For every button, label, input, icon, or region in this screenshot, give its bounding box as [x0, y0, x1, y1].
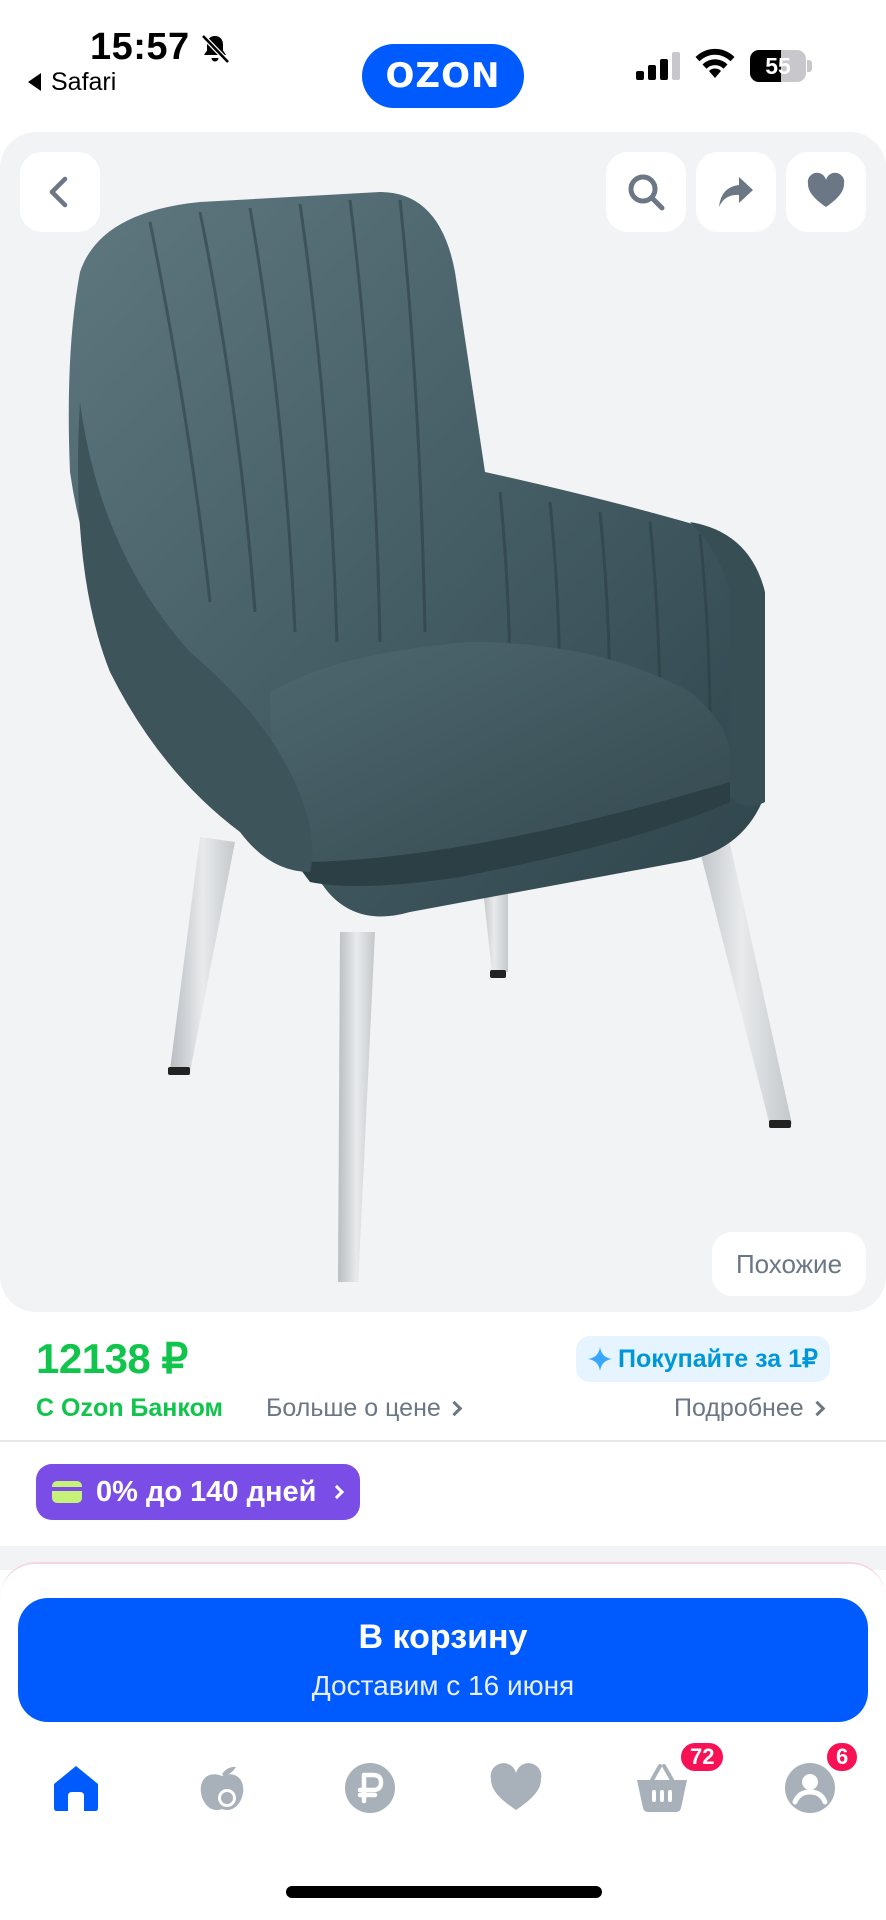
share-button[interactable] — [696, 152, 776, 232]
status-bar: 15:57 Safari OZON 55 — [0, 0, 886, 120]
home-icon — [54, 1766, 98, 1811]
details-label: Подробнее — [674, 1394, 804, 1422]
chevron-left-icon — [49, 176, 68, 208]
divider — [0, 1440, 886, 1442]
ozon-bank-label: С Ozon Банком — [36, 1394, 224, 1422]
home-indicator — [286, 1886, 602, 1898]
chevron-right-icon — [446, 1400, 463, 1417]
tab-favorites[interactable] — [488, 1760, 544, 1816]
installment-label: 0% до 140 дней — [96, 1475, 317, 1508]
sparkle-icon — [588, 1347, 612, 1371]
status-time: 15:57 — [90, 26, 190, 68]
favorite-button[interactable] — [786, 152, 866, 232]
bottom-tab-bar: 72 6 — [0, 1740, 886, 1840]
wifi-icon — [695, 48, 735, 78]
chevron-right-icon — [809, 1400, 825, 1417]
battery-indicator: 55 — [750, 50, 812, 82]
fresh-icon — [200, 1766, 244, 1811]
similar-button[interactable]: Похожие — [712, 1232, 866, 1296]
installment-button[interactable]: 0% до 140 дней — [36, 1464, 361, 1520]
more-about-price-link[interactable]: Больше о цене — [266, 1394, 463, 1423]
credit-card-icon — [52, 1481, 82, 1503]
back-app-label: Safari — [51, 68, 117, 96]
back-to-safari[interactable]: Safari — [28, 68, 116, 97]
ozon-logo[interactable]: OZON — [362, 44, 524, 108]
product-gallery[interactable]: Похожие — [0, 132, 886, 1312]
cart-badge: 72 — [678, 1740, 727, 1774]
chevron-right-icon — [330, 1484, 345, 1500]
add-to-cart-button[interactable]: В корзину Доставим с 16 июня — [18, 1598, 868, 1722]
buy-for-1-rub-label: Покупайте за 1₽ — [618, 1345, 818, 1373]
search-button[interactable] — [606, 152, 686, 232]
more-about-price-label: Больше о цене — [266, 1394, 441, 1422]
tab-finance[interactable] — [342, 1760, 398, 1816]
price-value: 12138 ₽ — [36, 1335, 188, 1382]
bell-muted-icon — [201, 34, 230, 64]
search-icon — [628, 174, 665, 211]
back-button[interactable] — [20, 152, 100, 232]
tab-home[interactable] — [48, 1760, 104, 1816]
add-to-cart-label: В корзину — [358, 1618, 528, 1656]
cellular-signal-icon — [636, 52, 680, 80]
profile-badge: 6 — [824, 1740, 861, 1774]
buy-for-1-rub-badge[interactable]: Покупайте за 1₽ — [576, 1336, 830, 1382]
share-icon — [719, 177, 753, 207]
ruble-icon — [345, 1763, 395, 1813]
heart-icon — [807, 172, 845, 207]
next-section-card — [0, 1562, 886, 1602]
product-image-chair — [68, 192, 792, 1282]
battery-percent: 55 — [765, 53, 791, 79]
favorites-icon — [490, 1763, 542, 1810]
tab-fresh[interactable] — [194, 1760, 250, 1816]
details-link[interactable]: Подробнее — [674, 1394, 825, 1423]
delivery-date-label: Доставим с 16 июня — [311, 1670, 575, 1701]
back-triangle-icon — [28, 73, 41, 91]
